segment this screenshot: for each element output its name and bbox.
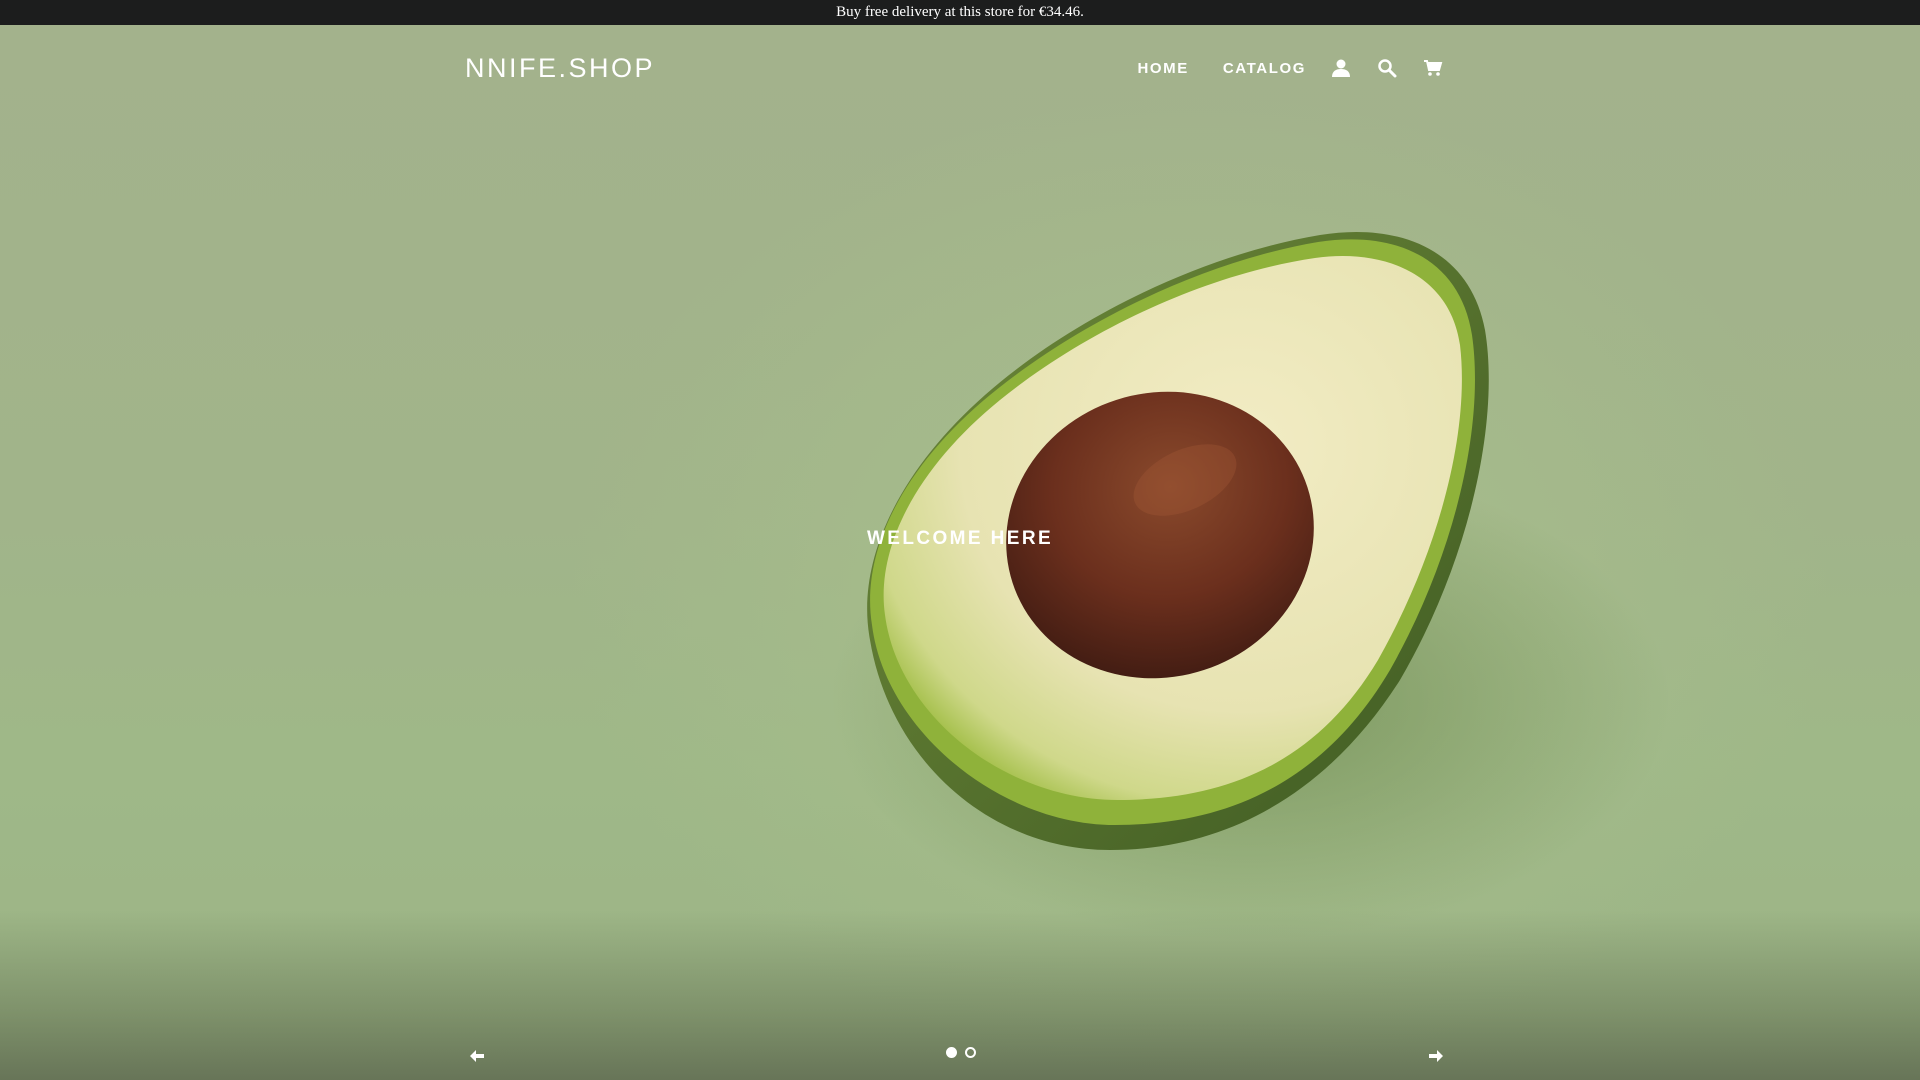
slide-next-button[interactable] [1424,1044,1448,1068]
announcement-bar: Buy free delivery at this store for €34.… [0,0,1920,25]
arrow-right-icon [1429,1050,1443,1062]
account-icon[interactable] [1330,57,1352,79]
announcement-text: Buy free delivery at this store for €34.… [836,4,1084,20]
hero-title: WELCOME HERE [866,528,1054,549]
main-nav: HOME CATALOG [1103,57,1444,79]
cart-icon[interactable] [1422,57,1444,79]
slide-dot-2[interactable] [965,1047,976,1058]
site-header: NNIFE.SHOP HOME CATALOG [0,25,1920,115]
nav-home[interactable]: HOME [1137,60,1188,77]
slide-prev-button[interactable] [465,1044,489,1068]
nav-catalog[interactable]: CATALOG [1223,60,1306,77]
hero-slideshow [0,25,1920,1080]
search-icon[interactable] [1376,57,1398,79]
slide-dots [942,1047,980,1058]
site-logo[interactable]: NNIFE.SHOP [465,53,655,84]
arrow-left-icon [470,1050,484,1062]
slide-dot-1[interactable] [946,1047,957,1058]
